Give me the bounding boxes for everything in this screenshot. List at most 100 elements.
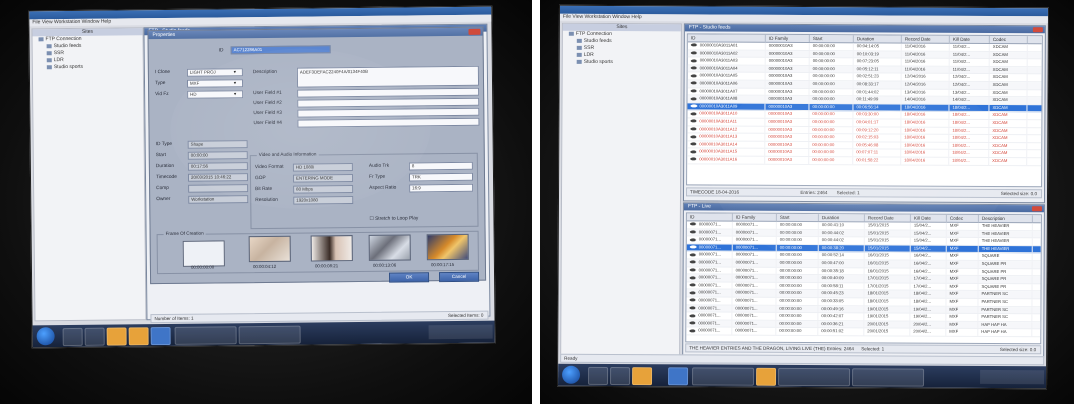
table-cell: 00000010A3: [765, 149, 810, 156]
table-cell: 12/04/2...: [949, 81, 990, 89]
video-label: Video Format: [254, 164, 284, 171]
system-tray: [428, 324, 493, 340]
column-header[interactable]: ID Family: [765, 34, 810, 43]
window-close-button[interactable]: [1032, 27, 1043, 33]
cell-text: 00000010A3: [768, 103, 793, 109]
user-field-input[interactable]: [297, 97, 480, 108]
column-header[interactable]: Start: [776, 213, 819, 222]
window-close-button[interactable]: [1031, 206, 1042, 212]
taskbar-app-button[interactable]: [62, 327, 83, 347]
cell-text: 18/04/2...: [952, 119, 970, 125]
taskbar-app-button[interactable]: [610, 366, 631, 386]
frame-thumbnail-5[interactable]: [426, 233, 469, 261]
folder-icon: [46, 64, 52, 69]
id-field[interactable]: AC712286A01: [230, 45, 331, 55]
clip-status-icon: [690, 66, 698, 70]
column-header[interactable]: Duration: [853, 35, 902, 43]
cell-text: 00000010A3: [768, 141, 793, 147]
audio-value[interactable]: 16:9: [409, 183, 474, 193]
cancel-button[interactable]: Cancel: [439, 271, 480, 283]
cell-text: 19/01/2015: [867, 305, 889, 311]
table-cell: 18/04/2016: [901, 119, 950, 127]
frame-thumbnail-1[interactable]: [182, 240, 225, 267]
description-field[interactable]: ADEF3DEFAC2240F4A/0134F40B: [296, 65, 480, 88]
cell-text: 00:00:44:02: [821, 229, 844, 235]
column-header[interactable]: Start: [809, 35, 854, 43]
user-field-input[interactable]: [297, 87, 480, 98]
taskbar-folder-button[interactable]: [106, 327, 127, 346]
user-field-input[interactable]: [297, 107, 480, 118]
taskbar-folder-button[interactable]: [128, 327, 149, 346]
menu-bar[interactable]: File View Workstation Window Help: [559, 13, 1048, 24]
column-header[interactable]: Codec: [946, 214, 979, 222]
column-header[interactable]: Codec: [989, 35, 1028, 44]
clip-status-icon: [690, 157, 698, 161]
table-cell: 00:00:00:00: [776, 328, 819, 335]
column-header[interactable]: Kill Date: [949, 35, 990, 43]
audio-label: Aspect Ratio: [369, 185, 397, 191]
sidebar-item[interactable]: Studio sports: [33, 63, 143, 71]
cell-text: 00:02:51:23: [856, 73, 879, 79]
sidebar-item[interactable]: Studio sports: [563, 59, 681, 67]
table-row[interactable]: 00000010A3011A16 00000010A3 00:00:00:00 00:…: [687, 156, 1042, 166]
taskbar-folder-button[interactable]: [632, 367, 653, 386]
cell-text: 18/04/2...: [913, 298, 931, 304]
table-cell: 00:00:00:00: [809, 141, 854, 149]
table-cell: 16/04/2...: [910, 268, 947, 275]
column-header[interactable]: Record Date: [864, 214, 911, 222]
taskbar-window-button[interactable]: [692, 367, 755, 386]
table-cell: 00:00:00:00: [776, 244, 819, 252]
table-cell: XDCAM: [989, 74, 1028, 82]
column-header[interactable]: Duration: [818, 214, 865, 222]
column-header[interactable]: ID: [686, 213, 733, 221]
taskbar-app-button[interactable]: [668, 367, 689, 386]
table-cell: 00000071...: [686, 244, 733, 252]
table-cell: 00:09:12:20: [853, 126, 902, 134]
audio-value[interactable]: TRK: [408, 172, 474, 182]
user-field-input[interactable]: [297, 117, 480, 128]
table-cell: 00000010A3: [765, 126, 810, 134]
cell-text: XDCAM: [992, 59, 1008, 65]
column-header[interactable]: Kill Date: [910, 214, 947, 222]
dropdown-arrow-icon[interactable]: ▼: [233, 69, 237, 74]
taskbar-window-button[interactable]: [778, 367, 851, 387]
taskbar-window-button[interactable]: [174, 326, 237, 345]
table-cell: 00000071...: [732, 327, 777, 335]
column-header[interactable]: Description: [978, 214, 1033, 223]
table-cell: PARTNER SC: [978, 306, 1033, 314]
dropdown-arrow-icon[interactable]: ▼: [233, 91, 237, 96]
taskbar-app-button[interactable]: [150, 326, 171, 346]
frame-caption: 00:00:13:06: [372, 262, 397, 268]
table-cell: 00:00:00:00: [776, 267, 819, 275]
audio-value[interactable]: 8: [408, 161, 473, 171]
table-cell: 00000010A3011A13: [687, 133, 766, 141]
cell-text: 17/04/2...: [913, 275, 932, 281]
taskbar-app-button[interactable]: [84, 327, 105, 346]
cell-text: 00:08:33:17: [856, 81, 879, 87]
cell-text: 18/04/2016: [904, 149, 926, 155]
video-label: GOP: [254, 175, 266, 182]
taskbar-app-button[interactable]: [588, 366, 609, 385]
cell-text: 00000071...: [735, 274, 758, 280]
loop-play-checkbox[interactable]: ☐ Stretch to Loop Play: [369, 216, 418, 222]
cell-text: 13/04/2...: [952, 89, 971, 95]
start-orb-icon[interactable]: [562, 365, 581, 384]
folder-icon: [576, 52, 582, 57]
live-status-entries: THE HEAVIER ENTRIES AND THE DRAGON, LIVI…: [689, 345, 854, 352]
column-header[interactable]: Record Date: [901, 35, 950, 43]
column-header[interactable]: ID: [687, 34, 766, 42]
dialog-close-button[interactable]: [468, 28, 481, 35]
frame-thumbnail-2[interactable]: [248, 235, 291, 263]
table-cell: 00:00:00:00: [776, 282, 819, 290]
table-row[interactable]: 00000071... 00000071... 00:00:00:00 00:00:5…: [686, 327, 1041, 338]
start-orb-icon[interactable]: [36, 327, 55, 346]
taskbar-window-button[interactable]: [238, 325, 301, 345]
column-header[interactable]: ID Family: [732, 213, 777, 221]
taskbar-folder-button[interactable]: [756, 367, 777, 386]
frame-thumbnail-3[interactable]: [310, 235, 353, 262]
frame-thumbnail-4[interactable]: [368, 234, 411, 261]
dropdown-arrow-icon[interactable]: ▼: [233, 80, 237, 85]
ok-button[interactable]: OK: [389, 272, 430, 283]
cell-text: 00:09:12:20: [856, 126, 879, 132]
taskbar-window-button[interactable]: [852, 368, 925, 387]
